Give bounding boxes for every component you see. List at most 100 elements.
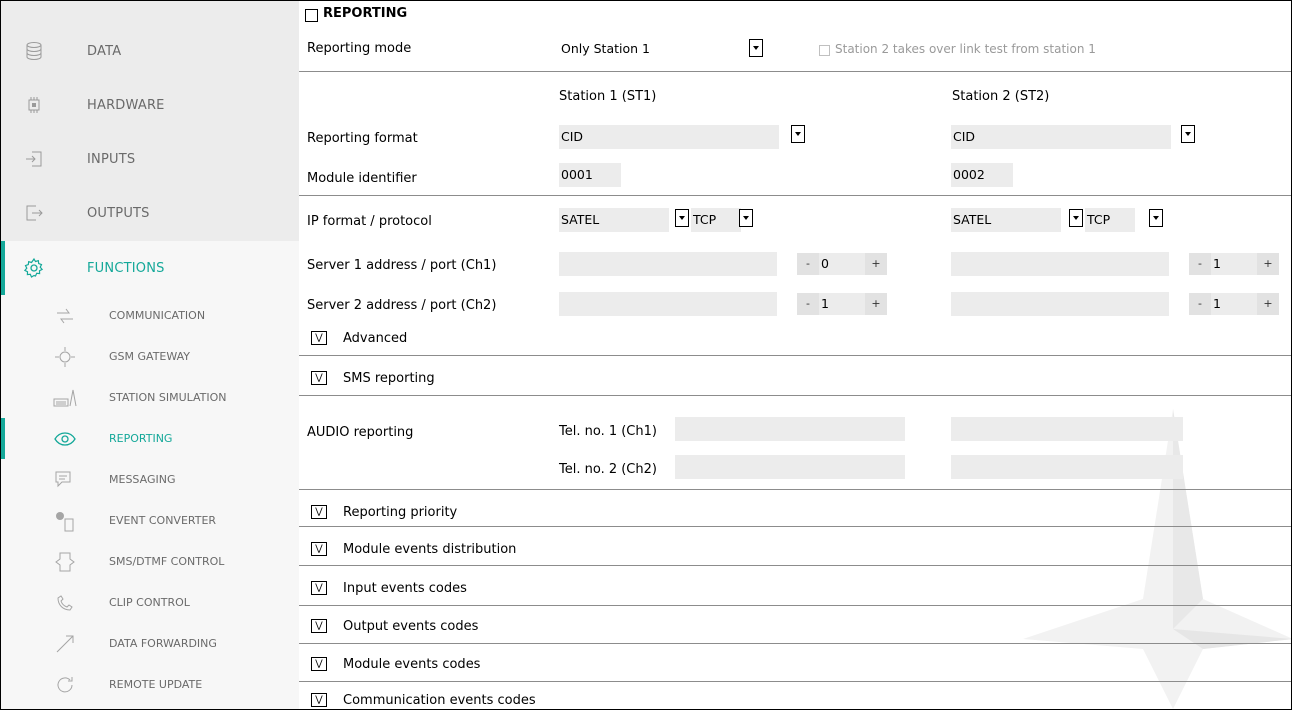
reporting-enable-checkbox[interactable] xyxy=(305,9,318,22)
tel1-st1-input[interactable] xyxy=(675,417,905,441)
expand-icon[interactable]: ⋁ xyxy=(311,331,327,345)
nav-clip-control[interactable]: CLIP CONTROL xyxy=(1,582,299,623)
reporting-mode-select[interactable]: Only Station 1 xyxy=(559,37,739,61)
station2-takeover-checkbox[interactable] xyxy=(819,45,830,56)
server2-port-st1-decrement-button[interactable]: - xyxy=(797,293,819,315)
station1-header: Station 1 (ST1) xyxy=(559,89,657,104)
output-icon xyxy=(23,202,45,224)
reporting-priority-section-toggle[interactable]: Reporting priority xyxy=(343,505,457,520)
tel2-st1-input[interactable] xyxy=(675,455,905,479)
ip-protocol-st1-select[interactable]: TCP xyxy=(691,208,741,232)
nav-hardware[interactable]: HARDWARE xyxy=(1,78,299,132)
server1-address-st1-input[interactable] xyxy=(559,252,777,276)
nav-sms-dtmf-control-label: SMS/DTMF CONTROL xyxy=(109,555,225,568)
ip-format-st1-dropdown-button[interactable] xyxy=(675,209,689,227)
tel2-label: Tel. no. 2 (Ch2) xyxy=(559,462,657,477)
reporting-format-label: Reporting format xyxy=(307,131,418,146)
nav-remote-update[interactable]: REMOTE UPDATE xyxy=(1,664,299,705)
server1-address-st2-input[interactable] xyxy=(951,252,1169,276)
divider xyxy=(299,489,1291,490)
communication-events-codes-section-toggle[interactable]: Communication events codes xyxy=(343,693,536,708)
reporting-format-st1-select[interactable]: CID xyxy=(559,125,779,149)
reporting-title: REPORTING xyxy=(323,6,408,21)
sms-dtmf-icon xyxy=(53,550,77,574)
reporting-format-st2-select[interactable]: CID xyxy=(951,125,1171,149)
divider xyxy=(299,526,1291,527)
server2-port-st1-increment-button[interactable]: + xyxy=(865,293,887,315)
app-window: DATA HARDWARE INPUTS OUTPUTS FUNCTIONS C… xyxy=(0,0,1292,710)
server2-port-st2-increment-button[interactable]: + xyxy=(1257,293,1279,315)
ip-protocol-st2-select[interactable]: TCP xyxy=(1085,208,1135,232)
advanced-section-toggle[interactable]: Advanced xyxy=(343,331,407,346)
reporting-format-st2-value: CID xyxy=(953,129,976,144)
arrows-icon xyxy=(53,304,77,328)
nav-data-label: DATA xyxy=(87,43,122,59)
ip-protocol-st1-dropdown-button[interactable] xyxy=(739,209,753,227)
nav-messaging[interactable]: MESSAGING xyxy=(1,459,299,500)
nav-inputs[interactable]: INPUTS xyxy=(1,132,299,186)
nav-inputs-label: INPUTS xyxy=(87,151,136,167)
station2-takeover-label: Station 2 takes over link test from stat… xyxy=(835,42,1096,56)
server1-port-st1-increment-button[interactable]: + xyxy=(865,253,887,275)
nav-data[interactable]: DATA xyxy=(1,24,299,78)
clip-icon xyxy=(53,591,77,615)
ip-format-st1-select[interactable]: SATEL xyxy=(559,208,669,232)
server1-port-st2-increment-button[interactable]: + xyxy=(1257,253,1279,275)
audio-reporting-label: AUDIO reporting xyxy=(307,425,414,440)
ip-format-st2-select[interactable]: SATEL xyxy=(951,208,1061,232)
module-identifier-st2-input[interactable]: 0002 xyxy=(951,163,1013,187)
expand-icon[interactable]: ⋁ xyxy=(311,657,327,671)
expand-icon[interactable]: ⋁ xyxy=(311,619,327,633)
ip-protocol-st2-value: TCP xyxy=(1087,212,1111,227)
module-events-codes-section-toggle[interactable]: Module events codes xyxy=(343,657,480,672)
server2-address-st2-input[interactable] xyxy=(951,292,1169,316)
nav-functions-label: FUNCTIONS xyxy=(87,260,165,276)
nav-outputs[interactable]: OUTPUTS xyxy=(1,186,299,240)
nav-communication-label: COMMUNICATION xyxy=(109,309,206,322)
server1-port-st2-input[interactable]: 1 xyxy=(1211,253,1257,275)
server2-port-st2-input[interactable]: 1 xyxy=(1211,293,1257,315)
ip-protocol-st2-dropdown-button[interactable] xyxy=(1149,209,1163,227)
nav-gsm-gateway[interactable]: GSM GATEWAY xyxy=(1,336,299,377)
nav-communication[interactable]: COMMUNICATION xyxy=(1,295,299,336)
reporting-format-st2-dropdown-button[interactable] xyxy=(1181,125,1195,143)
expand-icon[interactable]: ⋁ xyxy=(311,542,327,556)
gsm-gateway-icon xyxy=(53,345,77,369)
nav-event-converter-label: EVENT CONVERTER xyxy=(109,514,217,527)
nav-reporting[interactable]: REPORTING xyxy=(1,418,299,459)
tel2-st2-input[interactable] xyxy=(951,455,1183,479)
nav-data-forwarding[interactable]: DATA FORWARDING xyxy=(1,623,299,664)
server2-port-st1-input[interactable]: 1 xyxy=(819,293,865,315)
server1-port-st1-decrement-button[interactable]: - xyxy=(797,253,819,275)
ip-format-st1-value: SATEL xyxy=(561,212,600,227)
divider xyxy=(299,395,1291,396)
nav-station-simulation[interactable]: STATION SIMULATION xyxy=(1,377,299,418)
sms-reporting-section-toggle[interactable]: SMS reporting xyxy=(343,371,435,386)
nav-sms-dtmf-control[interactable]: SMS/DTMF CONTROL xyxy=(1,541,299,582)
input-events-codes-section-toggle[interactable]: Input events codes xyxy=(343,581,467,596)
server2-address-st1-input[interactable] xyxy=(559,292,777,316)
output-events-codes-section-toggle[interactable]: Output events codes xyxy=(343,619,478,634)
nav-event-converter[interactable]: EVENT CONVERTER xyxy=(1,500,299,541)
divider xyxy=(299,355,1291,356)
server1-port-st2-decrement-button[interactable]: - xyxy=(1189,253,1211,275)
expand-icon[interactable]: ⋁ xyxy=(311,693,327,707)
expand-icon[interactable]: ⋁ xyxy=(311,371,327,385)
divider xyxy=(299,605,1291,606)
server2-port-st2-decrement-button[interactable]: - xyxy=(1189,293,1211,315)
module-identifier-st1-input[interactable]: 0001 xyxy=(559,163,621,187)
functions-submenu: COMMUNICATION GSM GATEWAY STATION SIMULA… xyxy=(1,295,299,709)
nav-functions[interactable]: FUNCTIONS xyxy=(1,241,299,295)
event-converter-icon xyxy=(53,509,77,533)
expand-icon[interactable]: ⋁ xyxy=(311,505,327,519)
expand-icon[interactable]: ⋁ xyxy=(311,581,327,595)
module-events-distribution-section-toggle[interactable]: Module events distribution xyxy=(343,542,516,557)
reporting-mode-value: Only Station 1 xyxy=(561,41,650,56)
divider xyxy=(299,643,1291,644)
reporting-mode-dropdown-button[interactable] xyxy=(749,39,763,57)
tel1-st2-input[interactable] xyxy=(951,417,1183,441)
server1-port-st1-input[interactable]: 0 xyxy=(819,253,865,275)
reporting-format-st1-dropdown-button[interactable] xyxy=(791,125,805,143)
ip-format-st2-dropdown-button[interactable] xyxy=(1069,209,1083,227)
gear-icon xyxy=(23,257,45,279)
